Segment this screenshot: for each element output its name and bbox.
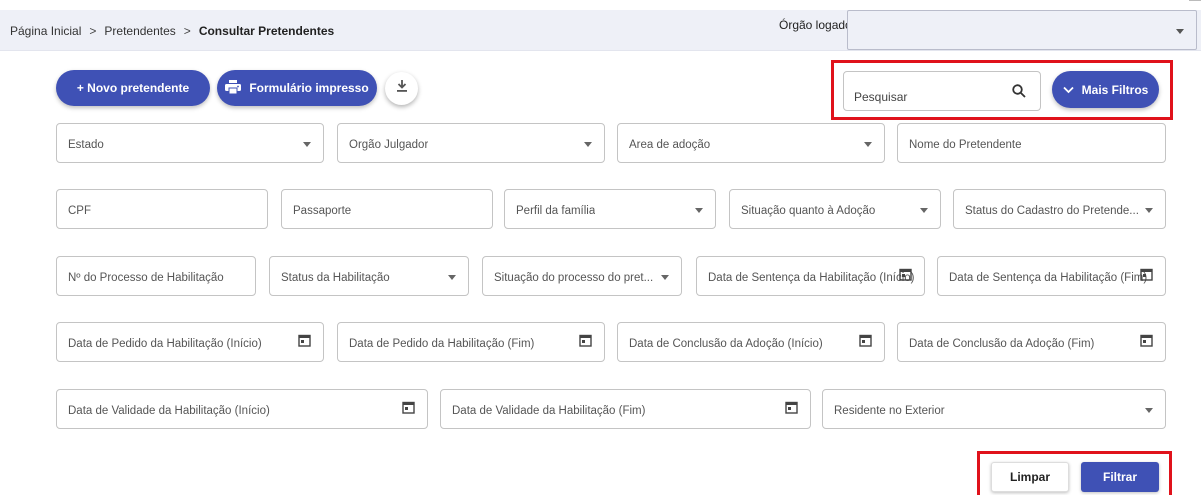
- orgao-logado-label: Órgão logado: [779, 18, 852, 32]
- mais-filtros-button[interactable]: Mais Filtros: [1052, 71, 1159, 108]
- residente-exterior-select[interactable]: Residente no Exterior: [822, 389, 1166, 429]
- breadcrumb-pretendentes[interactable]: Pretendentes: [104, 24, 175, 38]
- orgao-logado-select[interactable]: [847, 10, 1197, 50]
- field-label: Estado: [68, 139, 104, 151]
- calendar-icon[interactable]: [899, 268, 912, 286]
- data-pedido-inicio-input[interactable]: Data de Pedido da Habilitação (Início): [56, 322, 324, 362]
- search-input[interactable]: [854, 90, 994, 104]
- status-habilitacao-select[interactable]: Status da Habilitação: [269, 256, 469, 296]
- field-label: Residente no Exterior: [834, 405, 945, 417]
- chevron-down-icon: [864, 142, 872, 147]
- field-label: Status do Cadastro do Pretende...: [965, 205, 1139, 217]
- status-cadastro-select[interactable]: Status do Cadastro do Pretende...: [953, 189, 1166, 229]
- chevron-down-icon: [920, 208, 928, 213]
- breadcrumb: Página Inicial > Pretendentes > Consulta…: [10, 24, 334, 38]
- data-sentenca-fim-input[interactable]: Data de Sentença da Habilitação (Fim): [937, 256, 1166, 296]
- field-label: Data de Validade da Habilitação (Fim): [452, 405, 646, 417]
- field-label: Área de adoção: [629, 139, 711, 151]
- breadcrumb-separator: >: [89, 24, 97, 38]
- limpar-label: Limpar: [1009, 470, 1050, 484]
- top-strip: [0, 0, 1201, 10]
- printer-icon: [225, 79, 242, 97]
- chevron-down-icon: [303, 142, 311, 147]
- field-label: Data de Validade da Habilitação (Início): [68, 405, 270, 417]
- field-label: Data de Sentença da Habilitação (Início): [708, 272, 915, 284]
- field-label: Data de Conclusão da Adoção (Início): [629, 338, 823, 350]
- area-adocao-select[interactable]: Área de adoção: [617, 123, 885, 163]
- chevron-down-icon: [1145, 208, 1153, 213]
- novo-pretendente-button[interactable]: + Novo pretendente: [56, 70, 210, 106]
- nome-pretendente-input[interactable]: Nome do Pretendente: [897, 123, 1166, 163]
- numero-processo-input[interactable]: Nº do Processo de Habilitação: [56, 256, 256, 296]
- data-validade-fim-input[interactable]: Data de Validade da Habilitação (Fim): [440, 389, 811, 429]
- data-pedido-fim-input[interactable]: Data de Pedido da Habilitação (Fim): [337, 322, 605, 362]
- orgao-julgador-select[interactable]: Órgão Julgador: [337, 123, 605, 163]
- data-validade-inicio-input[interactable]: Data de Validade da Habilitação (Início): [56, 389, 428, 429]
- search-icon[interactable]: [1012, 84, 1026, 103]
- calendar-icon[interactable]: [298, 334, 311, 352]
- chevron-down-icon: [1145, 408, 1153, 413]
- chevron-down-icon: [695, 208, 703, 213]
- chevron-down-icon: [584, 142, 592, 147]
- breadcrumb-home[interactable]: Página Inicial: [10, 24, 81, 38]
- limpar-button[interactable]: Limpar: [991, 462, 1069, 492]
- data-sentenca-inicio-input[interactable]: Data de Sentença da Habilitação (Início): [696, 256, 925, 296]
- data-conclusao-fim-input[interactable]: Data de Conclusão da Adoção (Fim): [897, 322, 1166, 362]
- formulario-impresso-label: Formulário impresso: [249, 81, 369, 95]
- field-label: Situação quanto à Adoção: [741, 205, 876, 217]
- mais-filtros-label: Mais Filtros: [1081, 82, 1149, 97]
- field-label: Data de Pedido da Habilitação (Fim): [349, 338, 535, 350]
- novo-pretendente-label: + Novo pretendente: [76, 81, 190, 95]
- breadcrumb-current: Consultar Pretendentes: [198, 24, 335, 38]
- perfil-familia-select[interactable]: Perfil da família: [504, 189, 716, 229]
- situacao-processo-select[interactable]: Situação do processo do pret...: [482, 256, 682, 296]
- estado-select[interactable]: Estado: [56, 123, 324, 163]
- field-label: CPF: [68, 205, 91, 217]
- filtrar-label: Filtrar: [1102, 470, 1137, 484]
- passaporte-input[interactable]: Passaporte: [281, 189, 493, 229]
- field-label: Nome do Pretendente: [909, 139, 1022, 151]
- field-label: Data de Conclusão da Adoção (Fim): [909, 338, 1095, 350]
- field-label: Órgão Julgador: [349, 139, 429, 151]
- field-label: Situação do processo do pret...: [494, 272, 654, 284]
- filtrar-button[interactable]: Filtrar: [1081, 462, 1159, 492]
- formulario-impresso-button[interactable]: Formulário impresso: [217, 70, 377, 106]
- download-button[interactable]: [385, 72, 418, 105]
- breadcrumb-separator: >: [183, 24, 191, 38]
- chevron-down-icon: [448, 275, 456, 280]
- calendar-icon[interactable]: [859, 334, 872, 352]
- download-icon: [396, 79, 408, 98]
- situacao-adocao-select[interactable]: Situação quanto à Adoção: [729, 189, 941, 229]
- field-label: Nº do Processo de Habilitação: [68, 272, 224, 284]
- scroll-marker: [1189, 0, 1201, 6]
- chevron-down-icon: [661, 275, 669, 280]
- cpf-input[interactable]: CPF: [56, 189, 268, 229]
- field-label: Status da Habilitação: [281, 272, 390, 284]
- chevron-down-icon: [1176, 29, 1184, 34]
- field-label: Passaporte: [293, 205, 352, 217]
- calendar-icon[interactable]: [402, 401, 415, 419]
- calendar-icon[interactable]: [785, 401, 798, 419]
- calendar-icon[interactable]: [1140, 268, 1153, 286]
- chevron-down-icon: [1063, 83, 1074, 97]
- field-label: Perfil da família: [516, 205, 596, 217]
- field-label: Data de Pedido da Habilitação (Início): [68, 338, 262, 350]
- calendar-icon[interactable]: [579, 334, 592, 352]
- field-label: Data de Sentença da Habilitação (Fim): [949, 272, 1148, 284]
- calendar-icon[interactable]: [1140, 334, 1153, 352]
- search-field[interactable]: [843, 71, 1041, 111]
- data-conclusao-inicio-input[interactable]: Data de Conclusão da Adoção (Início): [617, 322, 885, 362]
